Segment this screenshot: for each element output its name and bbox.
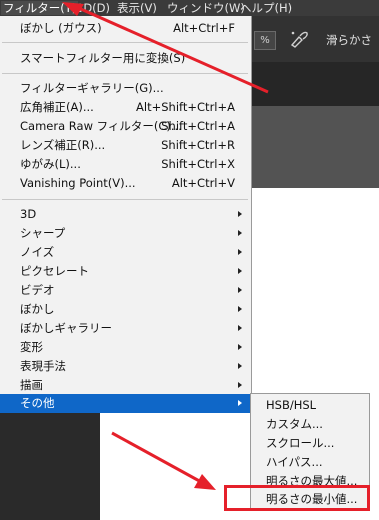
arrow-line-to-minimum (111, 431, 204, 485)
arrow-head-minimum (194, 474, 216, 490)
arrow-head-filter-menu (62, 2, 84, 16)
annotation-arrows (62, 2, 269, 490)
arrow-line-to-filter-menu (73, 4, 269, 94)
